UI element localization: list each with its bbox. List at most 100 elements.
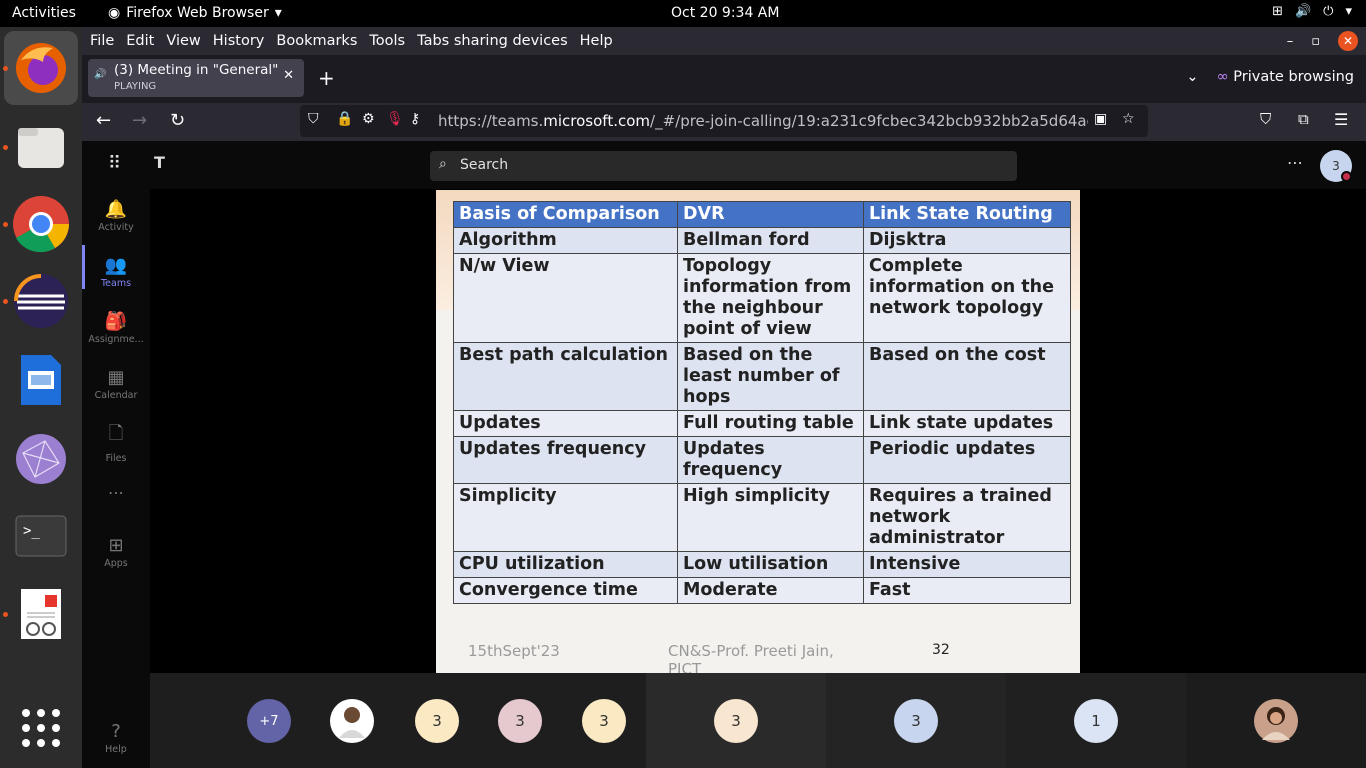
reload-button[interactable]: ↻ [170,110,185,131]
dock-document-viewer[interactable] [4,577,78,651]
table-row: Updates Full routing table Link state upda… [453,410,1071,437]
dock-chrome[interactable] [4,187,78,261]
pocket-icon[interactable]: ⛉ [1260,110,1271,128]
search-input[interactable]: ⌕ Search [430,151,1017,181]
eclipse-icon [14,274,68,328]
participant-initial: 3 [731,712,741,730]
rail-selection-indicator [82,245,85,289]
list-all-tabs-icon[interactable]: ⌄ [1186,69,1198,85]
url-text[interactable]: https://teams.microsoft.com/_#/pre-join-… [438,112,1088,130]
menu-file[interactable]: File [90,33,114,49]
chrome-icon [13,196,69,253]
participant-tile[interactable]: 3 [826,673,1006,768]
maximize-button[interactable]: ▫ [1311,34,1320,49]
table-cell: Bellman ford [677,227,864,254]
forward-button[interactable]: → [132,110,147,131]
chevron-down-icon: ▾ [1345,4,1352,19]
power-icon: ⏻ [1323,4,1334,19]
dock-sphere[interactable] [4,422,78,496]
hamburger-menu-icon[interactable]: ☰ [1334,110,1348,129]
url-domain: microsoft.com [543,112,651,130]
url-bar[interactable]: ⛉ 🔒 ⚙ 🎙 ⚷ https://teams.microsoft.com/_#… [300,105,1148,137]
clock[interactable]: Oct 20 9:34 AM [671,5,779,21]
rail-calendar[interactable]: ▦ Calendar [82,367,150,401]
rail-help[interactable]: ? Help [82,721,150,755]
participant-tile[interactable]: 1 [1006,673,1186,768]
participant-avatar[interactable]: 3 [415,699,459,743]
show-applications-button[interactable] [4,691,78,765]
table-cell: Algorithm [453,227,678,254]
microphone-icon[interactable]: 🎙 [386,111,404,127]
tab-teams-meeting[interactable]: 🔊 (3) Meeting in "General" ( PLAYING ✕ [88,59,304,97]
rail-apps[interactable]: ⊞ Apps [82,535,150,569]
close-window-button[interactable]: ✕ [1338,31,1358,51]
participant-avatar: 3 [894,699,938,743]
slide-page-number: 32 [932,642,950,658]
status-badge [1341,171,1352,182]
participant-avatar[interactable]: 3 [582,699,626,743]
teams-app-rail: 🔔 Activity 👥 Teams 🎒 Assignme... ▦ Calendar … [82,189,150,768]
system-tray[interactable]: ⊞ 🔊 ⏻ ▾ [1272,4,1352,19]
menu-view[interactable]: View [166,33,200,49]
system-top-bar: Activities ◉ Firefox Web Browser ▾ Oct 2… [0,0,1366,27]
permissions-icon[interactable]: ⚙ [362,111,375,127]
app-name: Firefox Web Browser [126,5,269,21]
participant-tile[interactable] [1186,673,1366,768]
dock-impress[interactable] [4,343,78,417]
participant-avatar-photo[interactable] [330,699,374,743]
dock-files[interactable] [4,110,78,184]
running-indicator [3,612,8,617]
rail-teams[interactable]: 👥 Teams [82,255,150,289]
menu-tools[interactable]: Tools [369,33,405,49]
mask-icon: ∞ [1216,69,1229,85]
network-sphere-icon [16,434,66,484]
header-cell: Basis of Comparison [453,201,678,228]
dock-terminal[interactable]: >_ [4,499,78,573]
table-row: Algorithm Bellman ford Dijsktra [453,227,1071,254]
shield-icon[interactable]: ⛉ [308,111,319,127]
table-cell: Periodic updates [863,436,1071,484]
app-menu[interactable]: ◉ Firefox Web Browser ▾ [108,5,282,21]
table-cell: Based on the cost [863,342,1071,411]
rail-assignments[interactable]: 🎒 Assignme... [82,311,150,345]
back-button[interactable]: ← [96,110,111,131]
table-cell: High simplicity [677,483,864,552]
bookmark-star-icon[interactable]: ☆ [1122,111,1135,127]
folder-icon [18,128,64,168]
rail-more-icon[interactable]: ⋯ [82,483,150,502]
menu-history[interactable]: History [213,33,265,49]
private-browsing-indicator: ∞ Private browsing [1217,69,1354,85]
rail-files[interactable]: 🗋 Files [82,421,150,464]
tab-title: (3) Meeting in "General" ( [114,62,280,78]
dock-eclipse[interactable] [4,264,78,338]
dock-firefox[interactable] [4,31,78,105]
menu-tabs-sharing[interactable]: Tabs sharing devices [417,33,568,49]
close-tab-icon[interactable]: ✕ [283,68,294,83]
participant-avatar[interactable]: 3 [498,699,542,743]
volume-icon: 🔊 [1294,4,1312,19]
reader-view-icon[interactable]: ▣ [1094,111,1107,127]
menu-edit[interactable]: Edit [126,33,154,49]
lock-icon[interactable]: 🔒 [336,111,353,127]
extensions-icon[interactable]: ⧉ [1298,110,1309,128]
rail-label: Calendar [94,390,138,401]
participant-tile[interactable]: 3 [646,673,826,768]
key-icon[interactable]: ⚷ [410,111,420,127]
more-options-icon[interactable]: ⋯ [1287,153,1303,172]
activities-button[interactable]: Activities [12,5,76,21]
new-tab-button[interactable]: + [318,66,335,90]
overflow-participants-button[interactable]: +7 [247,699,291,743]
rail-activity[interactable]: 🔔 Activity [82,199,150,233]
overflow-count: +7 [259,713,279,729]
help-icon: ? [111,721,121,742]
speaker-icon[interactable]: 🔊 [94,69,110,83]
participant-avatar: 3 [714,699,758,743]
dock: >_ [0,27,82,768]
menu-bookmarks[interactable]: Bookmarks [276,33,357,49]
waffle-icon[interactable]: ⠿ [108,153,121,174]
table-cell: N/w View [453,253,678,343]
menu-help[interactable]: Help [580,33,613,49]
document-viewer-icon [21,589,61,639]
minimize-button[interactable]: – [1287,34,1294,49]
table-header-row: Basis of Comparison DVR Link State Routi… [453,201,1071,228]
